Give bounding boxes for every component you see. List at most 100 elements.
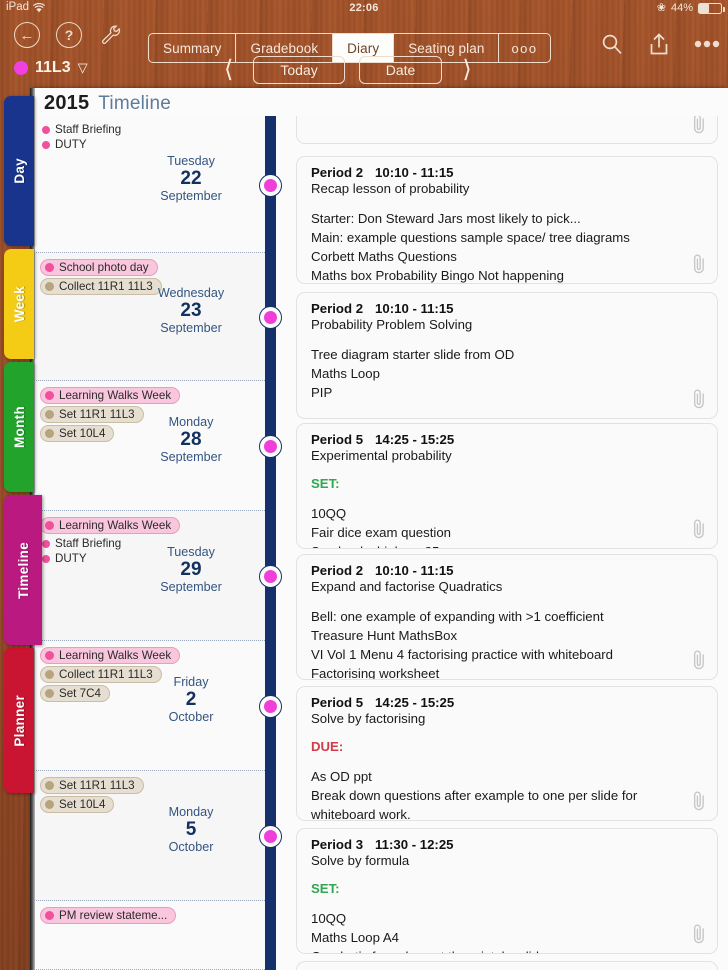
day-date-label: Wednesday 23 September (131, 286, 251, 335)
class-name-label: 11L3 (35, 59, 71, 76)
event-card[interactable]: Period 5 14:25 - 15:25 Experimental probab… (296, 423, 718, 549)
card-title: Expand and factorise Quadratics (311, 579, 503, 594)
back-arrow-icon[interactable]: ← (14, 22, 40, 48)
side-tab-planner[interactable]: Planner (4, 648, 34, 793)
wrench-icon[interactable] (100, 24, 122, 46)
side-tab-label: Planner (11, 694, 27, 747)
timeline-day-node[interactable] (259, 825, 282, 848)
chevron-left-icon[interactable]: ⟨ (218, 58, 239, 82)
day-event-tag[interactable]: Set 11R1 11L3 (40, 777, 144, 794)
card-body-line: Starter: Don Steward Jars most likely to… (311, 211, 581, 226)
day-of-week: Tuesday (167, 545, 215, 559)
paperclip-icon[interactable] (690, 387, 708, 411)
day-of-week: Monday (168, 805, 214, 819)
card-spacer (311, 196, 705, 209)
paperclip-icon[interactable] (690, 252, 708, 276)
timeline-day-row[interactable]: PM review stateme... (34, 901, 265, 970)
node-inner-dot (264, 570, 277, 583)
side-tab-timeline[interactable]: Timeline (4, 495, 42, 645)
paperclip-icon[interactable] (690, 922, 708, 946)
day-number: 2 (185, 689, 197, 711)
card-title: Solve by formula (311, 853, 410, 868)
card-period: Period 5 (311, 695, 364, 710)
page-title-view: Timeline (98, 93, 171, 114)
day-event-tag[interactable]: School photo day (40, 259, 158, 276)
content-panel: 2015 Timeline Staff Briefing DUTY Tuesday 2… (34, 88, 728, 970)
chevron-right-icon[interactable]: ⟩ (456, 58, 477, 82)
card-period: Period 2 (311, 301, 364, 316)
card-spacer (311, 332, 705, 345)
timeline-day-node[interactable] (259, 306, 282, 329)
event-card[interactable]: Period 5 14:25 - 15:25 Solve by factorisin… (296, 686, 718, 821)
timeline-day-row[interactable]: Set 11R1 11L3 Set 10L4 Monday 5 October (34, 771, 265, 901)
card-time: 14:25 - 15:25 (375, 432, 455, 447)
event-label: Set 7C4 (59, 687, 101, 700)
day-of-week: Monday (168, 415, 214, 429)
card-body-line: Fair dice exam question (311, 525, 452, 541)
day-event-plain[interactable]: Staff Briefing (40, 122, 190, 137)
node-inner-dot (264, 179, 277, 192)
date-button[interactable]: Date (358, 56, 443, 84)
event-card[interactable]: Period 3 11:30 - 12:25 Solve by formula SET… (296, 828, 718, 954)
event-label: Learning Walks Week (59, 389, 172, 402)
day-event-tag[interactable]: Learning Walks Week (40, 387, 181, 404)
class-selector[interactable]: 11L3 ▽ (14, 59, 88, 77)
timeline-day-node[interactable] (259, 435, 282, 458)
event-color-dot (42, 140, 50, 149)
event-color-dot (45, 689, 54, 698)
day-event-tag[interactable]: Set 7C4 (40, 685, 110, 702)
event-color-dot (45, 670, 54, 679)
paperclip-icon[interactable] (690, 517, 708, 541)
day-event-tag[interactable]: Set 10L4 (40, 425, 115, 442)
today-button[interactable]: Today (253, 56, 345, 84)
card-body-line: Main: example questions sample space/ tr… (311, 230, 630, 246)
more-dots-icon[interactable] (694, 40, 720, 48)
event-color-dot (45, 800, 54, 809)
card-period: Period 2 (311, 563, 364, 578)
node-inner-dot (264, 440, 277, 453)
card-period: Period 2 (311, 165, 364, 180)
timeline-day-row[interactable]: Learning Walks Week Collect 11R1 11L3 Set … (34, 641, 265, 771)
event-card[interactable]: Period 2 10:10 - 11:15 Probability Problem… (296, 292, 718, 419)
event-card[interactable]: Period 2 10:10 - 11:15 Expand and factoris… (296, 554, 718, 680)
side-tab-day[interactable]: Day (4, 96, 34, 246)
status-bar-clock: 22:06 (349, 2, 379, 14)
event-color-dot (45, 781, 54, 790)
timeline-day-node[interactable] (259, 695, 282, 718)
timeline-day-node[interactable] (259, 174, 282, 197)
paperclip-icon[interactable] (690, 648, 708, 672)
side-tab-week[interactable]: Week (4, 249, 34, 359)
day-event-plain[interactable]: DUTY (40, 137, 190, 152)
event-card[interactable]: Period 210:10 - 11:15Solve by Formula (296, 961, 718, 970)
timeline-day-node[interactable] (259, 565, 282, 588)
panel-header: 2015 Timeline (34, 88, 728, 116)
event-card[interactable]: Period 2 10:10 - 11:15 Recap lesson of pro… (296, 156, 718, 284)
day-number: 22 (180, 168, 202, 190)
timeline-day-row[interactable]: Learning Walks Week Staff Briefing DUTY Tue… (34, 511, 265, 641)
event-label: Learning Walks Week (59, 649, 172, 662)
event-label: DUTY (55, 552, 87, 565)
day-number: 5 (185, 819, 197, 841)
day-event-tag[interactable]: Set 11R1 11L3 (40, 406, 144, 423)
timeline-body: Staff Briefing DUTY Tuesday 22 September Scho… (34, 116, 728, 970)
event-label: Set 10L4 (59, 798, 106, 811)
card-period: Period 5 (311, 432, 364, 447)
paperclip-icon[interactable] (690, 789, 708, 813)
day-date-label: Monday 28 September (131, 415, 251, 464)
day-event-tag[interactable]: PM review stateme... (40, 907, 177, 924)
side-tab-label: Timeline (15, 541, 31, 599)
timeline-day-row[interactable]: Staff Briefing DUTY Tuesday 22 September (34, 116, 265, 253)
event-color-dot (42, 554, 50, 563)
event-card[interactable] (296, 116, 718, 144)
side-tab-month[interactable]: Month (4, 362, 34, 492)
timeline-day-row[interactable]: Learning Walks Week Set 11R1 11L3 Set 10L4… (34, 381, 265, 511)
day-event-tag[interactable]: Learning Walks Week (40, 647, 181, 664)
main-toolbar: ← ? Summary Gradebook Diary Seating plan… (0, 18, 728, 63)
day-event-tag[interactable]: Learning Walks Week (40, 517, 181, 534)
timeline-day-row[interactable]: School photo day Collect 11R1 11L3 Wednesd… (34, 253, 265, 381)
day-event-tag[interactable]: Set 10L4 (40, 796, 115, 813)
paperclip-icon[interactable] (690, 116, 708, 136)
card-title: Solve by factorising (311, 711, 426, 726)
question-mark-icon[interactable]: ? (56, 22, 82, 48)
event-color-dot (45, 911, 54, 920)
